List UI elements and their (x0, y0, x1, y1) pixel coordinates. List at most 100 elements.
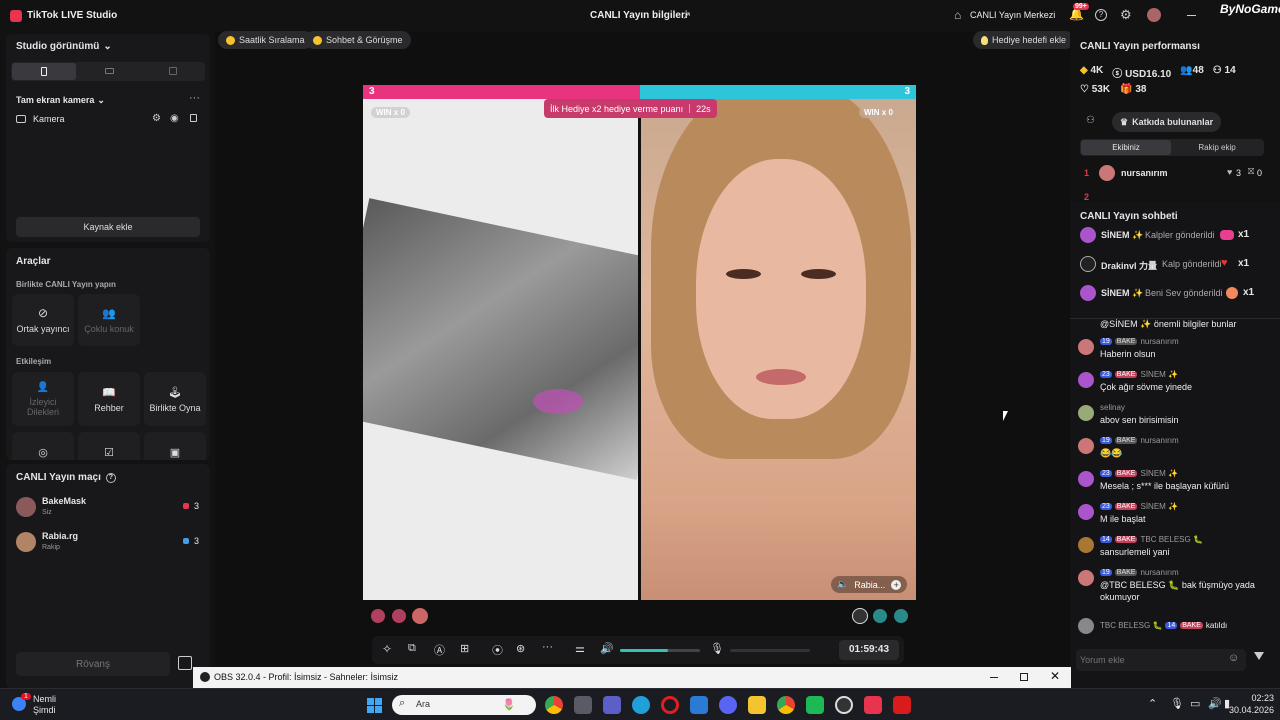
multi-guest-tool[interactable]: 👥 Çoklu konuk (78, 294, 140, 346)
chat-username[interactable]: SİNEM ✨ (1140, 469, 1178, 478)
obs-window-bar[interactable]: OBS 32.0.4 - Profil: İsimsiz - Sahneler:… (193, 667, 1071, 688)
chat-username[interactable]: SİNEM ✨ (1140, 370, 1178, 379)
info-icon[interactable]: ? (105, 472, 116, 483)
chat-username[interactable]: nursanırım (1140, 436, 1178, 445)
chat-message[interactable]: 19 BAKE nursanırım @TBC BELESG 🐛 bak füşmüy… (1078, 568, 1278, 612)
more-icon[interactable]: ··· (189, 92, 200, 104)
gift-goal-button[interactable]: Hediye hedefi ekle (973, 31, 1075, 49)
home-icon[interactable]: ⌂ (954, 8, 961, 22)
guide-tool[interactable]: 📖 Rehber (78, 372, 140, 426)
mail-icon[interactable] (690, 696, 708, 714)
mic-level-slider[interactable] (730, 649, 810, 652)
chat-username[interactable]: SİNEM ✨ (1140, 502, 1178, 511)
landscape-layout-button[interactable] (77, 63, 141, 80)
chat-username[interactable]: nursanırım (1140, 337, 1178, 346)
taskbar-search[interactable]: ⌕ Ara 🌷 (392, 695, 536, 715)
viewer-wishes-tool[interactable]: 👤 İzleyici Dilekleri (12, 372, 74, 426)
avatar[interactable] (1147, 8, 1161, 22)
join-username[interactable]: TBC BELESG 🐛 (1100, 621, 1162, 630)
studio-view-dropdown[interactable]: Studio görünümü ⌄ (16, 41, 112, 52)
settings-icon[interactable]: ⚙ (152, 113, 161, 124)
chat-message[interactable]: selinay abov sen birisimisin (1078, 403, 1278, 433)
camera-source-dropdown[interactable]: Tam ekran kamera ⌄ (16, 95, 105, 106)
minimize-icon[interactable] (1187, 15, 1196, 16)
contributor-row[interactable]: 1 nursanırım ♥ 3 ⛝ 0 (1080, 165, 1268, 183)
discord-icon[interactable] (719, 696, 737, 714)
person-add-icon[interactable]: ⚇ (1086, 115, 1095, 126)
microphone-icon[interactable]: 🎙 (1170, 697, 1184, 710)
help-icon[interactable]: ? (1095, 9, 1107, 21)
close-icon[interactable]: ✕ (1050, 669, 1060, 683)
tiktok-icon[interactable] (864, 696, 882, 714)
gift-text: Kalp gönderildi (1162, 259, 1222, 269)
portrait-layout-button[interactable] (12, 63, 76, 80)
chat-message[interactable]: 19 BAKE nursanırım 😂😂 (1078, 436, 1278, 466)
chat-message[interactable]: 14 BAKE TBC BELESG 🐛 sansurlemeli yani (1078, 535, 1278, 565)
comment-input[interactable] (1080, 653, 1220, 667)
add-source-button[interactable]: Kaynak ekle (16, 217, 200, 237)
chat-message[interactable]: 23 BAKE SİNEM ✨ Mesela ; s*** ile başlayan … (1078, 469, 1278, 499)
sliders-icon[interactable]: ⚌ (575, 642, 585, 655)
game-icon[interactable] (806, 696, 824, 714)
chrome-icon[interactable] (545, 696, 563, 714)
opera-icon[interactable] (661, 696, 679, 714)
tab-team[interactable]: Ekibiniz (1081, 140, 1171, 155)
comment-box[interactable]: ☺ (1076, 649, 1246, 671)
magic-wand-icon[interactable]: ✧ (382, 642, 392, 656)
target-icon[interactable]: ⊛ (516, 642, 525, 655)
microphone-icon[interactable]: 🎙 (710, 642, 724, 655)
hourly-ranking-button[interactable]: Saatlik Sıralama (218, 31, 313, 49)
camera-item[interactable]: Kamera ⚙ ◉ (16, 113, 202, 128)
weather-widget[interactable]: 1 Nemli Şimdi (10, 693, 90, 717)
youtube-icon[interactable] (893, 696, 911, 714)
share-icon[interactable]: ↗ (682, 9, 691, 22)
folder-icon[interactable] (748, 696, 766, 714)
more-icon[interactable]: ··· (542, 641, 553, 653)
display-icon[interactable]: ▭ (1190, 697, 1200, 710)
filter-icon[interactable] (1254, 652, 1264, 660)
start-icon[interactable] (367, 698, 382, 713)
clock-date[interactable]: 30.04.2026 (1222, 705, 1274, 715)
co-host-tool[interactable]: ⊘ Ortak yayıncı (12, 294, 74, 346)
emoji-icon[interactable]: ☺ (1228, 652, 1239, 664)
add-box-icon[interactable]: ⊞ (460, 642, 469, 655)
volume-slider[interactable] (620, 649, 700, 652)
eye-icon[interactable]: ◉ (170, 113, 179, 124)
split-layout-button[interactable] (141, 63, 205, 80)
lock-icon[interactable] (190, 114, 197, 122)
exit-icon[interactable] (178, 656, 192, 670)
ai-icon[interactable]: Ⓐ (434, 642, 445, 658)
chat-call-button[interactable]: Sohbet & Görüşme (305, 31, 411, 49)
tab-rival[interactable]: Rakip ekip (1172, 140, 1262, 155)
tray-chevron-icon[interactable]: ⌃ (1148, 697, 1157, 710)
opponent-tag[interactable]: 🔈 Rabia... + (831, 576, 908, 593)
contributors-button[interactable]: ♛ Katkıda bulunanlar (1112, 112, 1222, 132)
chat-message[interactable]: 19 BAKE nursanırım Haberin olsun (1078, 337, 1278, 367)
chat-message[interactable]: 23 BAKE SİNEM ✨ M ile başlat (1078, 502, 1278, 532)
stream-info-title[interactable]: CANLI Yayın bilgileri (590, 10, 688, 21)
camera-label: Kamera (33, 114, 65, 124)
chat-username[interactable]: selinay (1100, 403, 1125, 412)
live-center-link[interactable]: CANLI Yayın Merkezi (970, 10, 1055, 20)
extra-tool-2[interactable]: ☑ (78, 432, 140, 460)
files-icon[interactable] (574, 696, 592, 714)
record-icon[interactable]: ⦿ (492, 642, 503, 658)
chat-username[interactable]: nursanırım (1140, 568, 1178, 577)
clock-time[interactable]: 02:23 (1232, 693, 1274, 703)
gear-icon[interactable]: ⚙ (1120, 7, 1132, 23)
obs-icon[interactable] (835, 696, 853, 714)
effects-icon[interactable]: ⧉ (408, 642, 416, 655)
chat-username[interactable]: TBC BELESG 🐛 (1140, 535, 1202, 544)
speaker-icon[interactable]: 🔊 (600, 642, 614, 655)
extra-tool-1[interactable]: ◎ (12, 432, 74, 460)
speaker-icon[interactable]: 🔊 (1208, 697, 1222, 710)
chrome-icon[interactable] (777, 696, 795, 714)
rematch-button[interactable]: Rövanş (16, 652, 170, 676)
chat-message[interactable]: 23 BAKE SİNEM ✨ Çok ağır sövme yinede (1078, 370, 1278, 400)
minimize-icon[interactable] (990, 677, 998, 678)
extra-tool-3[interactable]: ▣ (144, 432, 206, 460)
play-together-tool[interactable]: 🕹 Birlikte Oyna (144, 372, 206, 426)
teams-icon[interactable] (603, 696, 621, 714)
edge-icon[interactable] (632, 696, 650, 714)
maximize-icon[interactable] (1020, 673, 1028, 681)
